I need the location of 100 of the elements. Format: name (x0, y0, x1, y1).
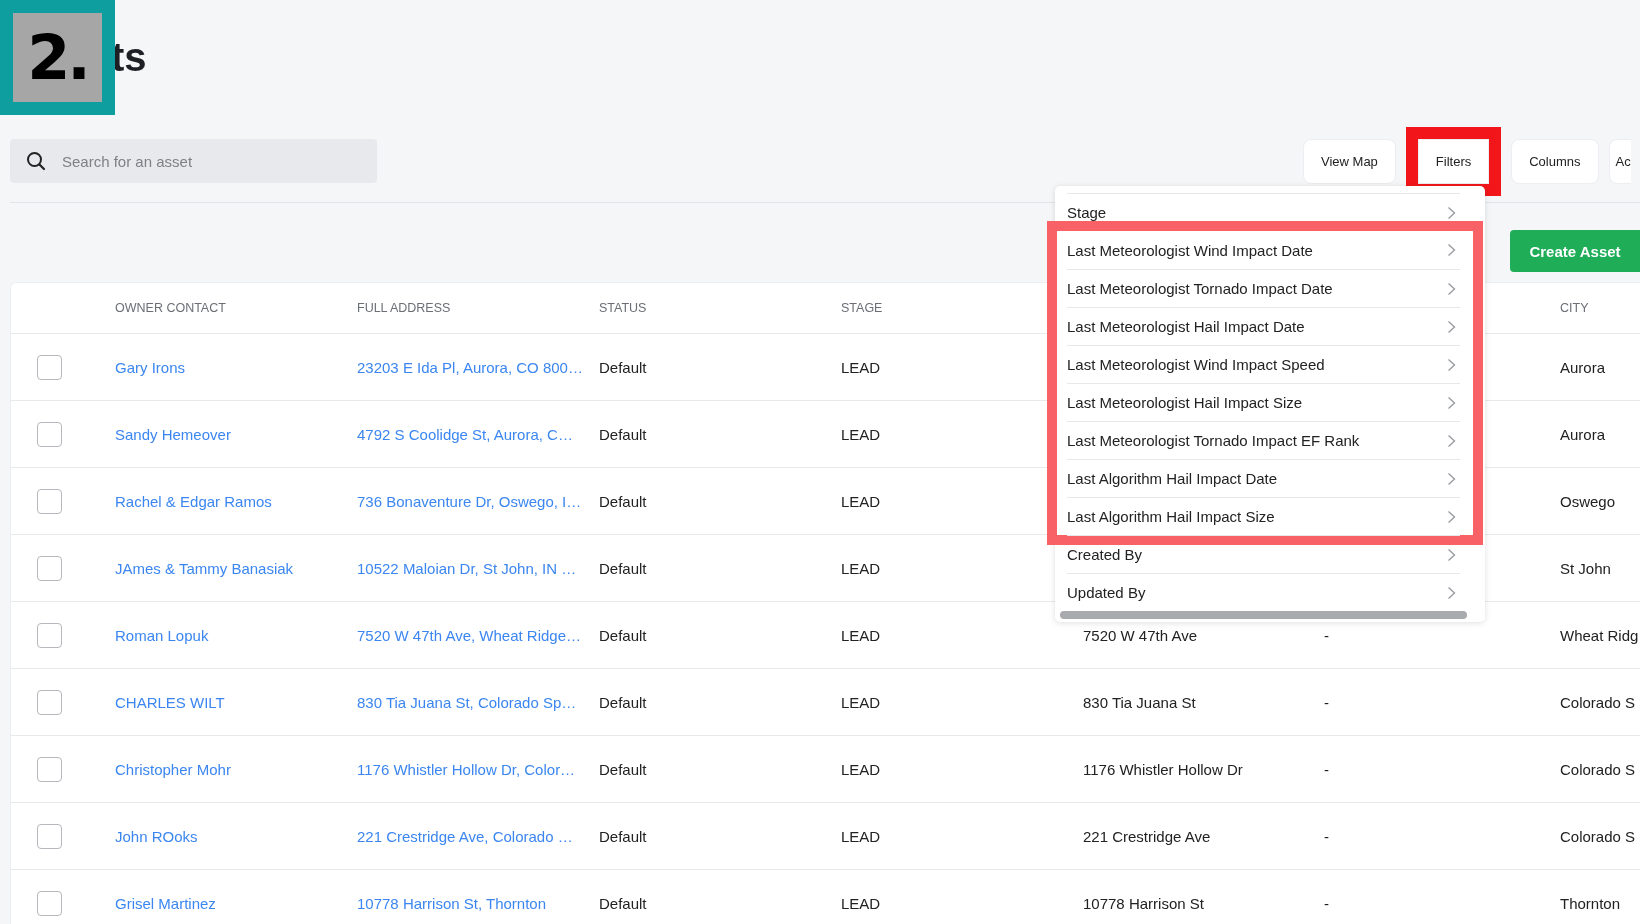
menu-item-label: Last Meteorologist Tornado Impact Date (1067, 280, 1333, 297)
table-cell: LEAD (841, 626, 881, 644)
menu-item[interactable]: Last Meteorologist Tornado Impact Date (1047, 269, 1483, 307)
owner-link[interactable]: Roman Lopuk (115, 626, 209, 644)
create-asset-button[interactable]: Create Asset (1510, 230, 1640, 272)
table-cell: LEAD (841, 425, 881, 443)
menu-item[interactable]: Stage (1067, 193, 1460, 231)
scrollbar-thumb[interactable] (1060, 611, 1467, 619)
owner-link[interactable]: Rachel & Edgar Ramos (115, 492, 272, 510)
owner-link[interactable]: Christopher Mohr (115, 760, 231, 778)
table-cell: LEAD (841, 827, 881, 845)
menu-item-label: Last Meteorologist Hail Impact Date (1067, 318, 1305, 335)
table-cell: Default (599, 492, 647, 510)
chevron-right-icon (1447, 243, 1456, 257)
table-cell: Default (599, 425, 647, 443)
address-link[interactable]: 736 Bonaventure Dr, Oswego, I… (357, 492, 582, 510)
table-cell: 10778 Harrison St (1083, 894, 1204, 912)
table-cell: Default (599, 894, 647, 912)
table-cell: 7520 W 47th Ave (1083, 626, 1197, 644)
menu-item[interactable]: Last Meteorologist Hail Impact Date (1047, 307, 1483, 345)
table-cell: LEAD (841, 358, 881, 376)
column-header: STATUS (599, 301, 648, 315)
table-cell: - (1324, 760, 1329, 778)
table-cell: 221 Crestridge Ave (1083, 827, 1211, 845)
address-link[interactable]: 7520 W 47th Ave, Wheat Ridge… (357, 626, 582, 644)
toolbar-button[interactable]: View Map (1303, 138, 1396, 184)
menu-item-label: Last Algorithm Hail Impact Size (1067, 508, 1275, 525)
owner-link[interactable]: Grisel Martinez (115, 894, 216, 912)
column-header: FULL ADDRESS (357, 301, 452, 315)
search-field[interactable]: Search for an asset (10, 139, 377, 183)
row-checkbox[interactable] (37, 421, 62, 447)
table-cell: LEAD (841, 894, 881, 912)
table-cell: Colorado S (1560, 693, 1636, 711)
table-cell: Default (599, 693, 647, 711)
address-link[interactable]: 10522 Maloian Dr, St John, IN … (357, 559, 577, 577)
chevron-right-icon (1447, 281, 1456, 296)
menu-item[interactable]: Last Algorithm Hail Impact Size (1047, 497, 1483, 545)
address-link[interactable]: 830 Tia Juana St, Colorado Sp… (357, 693, 577, 711)
table-cell: Default (599, 760, 647, 778)
table-cell: - (1324, 626, 1329, 644)
menu-item-label: Updated By (1067, 584, 1146, 601)
menu-item[interactable]: Last Meteorologist Tornado Impact EF Rank (1047, 421, 1483, 459)
menu-item-label: Last Algorithm Hail Impact Date (1067, 470, 1278, 487)
row-checkbox[interactable] (37, 555, 62, 581)
address-link[interactable]: 221 Crestridge Ave, Colorado … (357, 827, 573, 845)
owner-link[interactable]: JAmes & Tammy Banasiak (115, 559, 294, 577)
table-cell: Default (599, 626, 647, 644)
row-checkbox[interactable] (37, 354, 62, 380)
column-header: STAGE (841, 301, 884, 315)
chevron-right-icon (1447, 433, 1456, 448)
chevron-right-icon (1447, 509, 1456, 524)
address-link[interactable]: 4792 S Coolidge St, Aurora, C… (357, 425, 573, 443)
table-cell: Default (599, 559, 647, 577)
owner-link[interactable]: CHARLES WILT (115, 693, 225, 711)
row-checkbox[interactable] (37, 622, 62, 648)
table-cell: Aurora (1560, 425, 1606, 443)
table-cell: LEAD (841, 693, 881, 711)
table-cell: 1176 Whistler Hollow Dr (1083, 760, 1243, 778)
menu-item-label: Created By (1067, 546, 1143, 563)
menu-item-label: Last Meteorologist Wind Impact Speed (1067, 356, 1325, 373)
table-cell: Default (599, 358, 647, 376)
table-cell: 830 Tia Juana St (1083, 693, 1196, 711)
row-checkbox[interactable] (37, 823, 62, 849)
table-cell: LEAD (841, 760, 881, 778)
menu-item-label: Last Meteorologist Hail Impact Size (1067, 394, 1303, 411)
column-header: CITY (1560, 301, 1590, 315)
table-cell: - (1324, 693, 1329, 711)
menu-item-label: Last Meteorologist Wind Impact Date (1067, 241, 1313, 259)
menu-item[interactable]: Last Meteorologist Hail Impact Size (1047, 383, 1483, 421)
address-link[interactable]: 23203 E Ida Pl, Aurora, CO 800… (357, 358, 583, 376)
menu-item[interactable]: Last Algorithm Hail Impact Date (1047, 459, 1483, 497)
chevron-right-icon (1447, 547, 1456, 562)
row-checkbox[interactable] (37, 488, 62, 514)
table-cell: - (1324, 894, 1329, 912)
table-cell: Thornton (1560, 894, 1621, 912)
owner-link[interactable]: Gary Irons (115, 358, 186, 376)
chevron-right-icon (1447, 471, 1456, 486)
owner-link[interactable]: John ROoks (115, 827, 198, 845)
chevron-right-icon (1447, 319, 1456, 334)
table-cell: Aurora (1560, 358, 1606, 376)
owner-link[interactable]: Sandy Hemeover (115, 425, 231, 443)
table-cell: Oswego (1560, 492, 1616, 510)
step-badge: 2. (0, 0, 115, 115)
address-link[interactable]: 1176 Whistler Hollow Dr, Color… (357, 760, 576, 778)
toolbar-button[interactable]: Columns (1511, 138, 1599, 184)
chevron-right-icon (1447, 395, 1456, 410)
menu-item[interactable]: Last Meteorologist Wind Impact Date (1047, 221, 1483, 269)
row-checkbox[interactable] (37, 689, 62, 715)
row-checkbox[interactable] (37, 890, 62, 916)
toolbar-button[interactable]: Ac (1608, 138, 1631, 184)
table-cell: - (1324, 827, 1329, 845)
row-checkbox[interactable] (37, 756, 62, 782)
menu-item[interactable]: Last Meteorologist Wind Impact Speed (1047, 345, 1483, 383)
table-cell: LEAD (841, 559, 881, 577)
address-link[interactable]: 10778 Harrison St, Thornton (357, 894, 546, 912)
toolbar-button[interactable]: Filters (1417, 138, 1490, 184)
menu-item[interactable]: Created By (1067, 535, 1460, 573)
table-cell: LEAD (841, 492, 881, 510)
chevron-right-icon (1447, 205, 1456, 220)
menu-item-label: Stage (1067, 204, 1107, 221)
